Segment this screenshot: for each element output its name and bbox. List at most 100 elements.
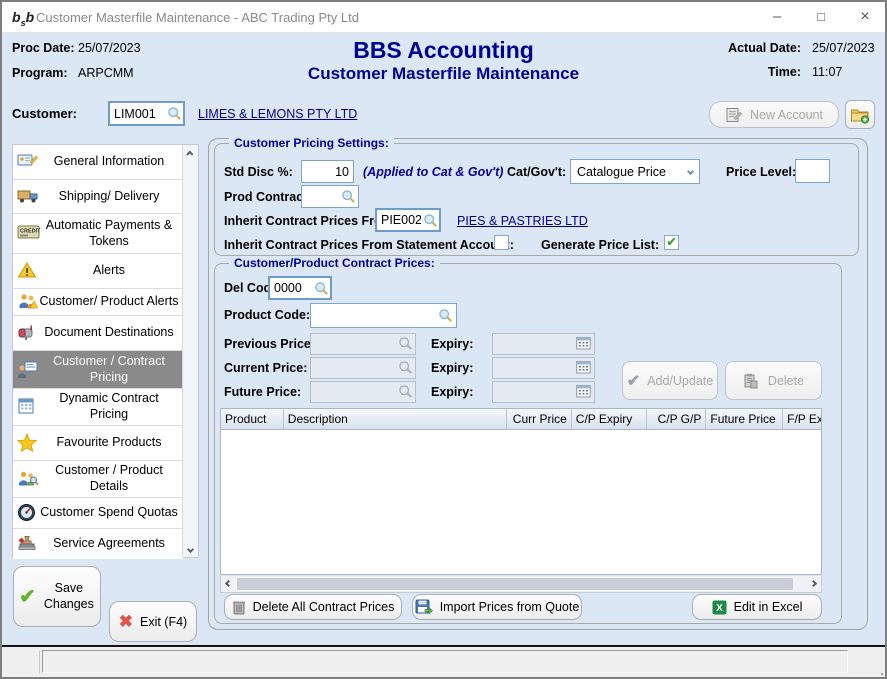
generate-price-list-label: Generate Price List:	[541, 238, 659, 252]
customer-name-link[interactable]: LIMES & LEMONS PTY LTD	[198, 107, 357, 121]
inherit-account-link[interactable]: PIES & PASTRIES LTD	[457, 214, 588, 228]
edit-excel-label: Edit in Excel	[734, 600, 803, 614]
scroll-down-icon[interactable]	[183, 541, 198, 557]
previous-expiry-calendar-icon[interactable]	[576, 336, 591, 355]
inherit-contract-label: Inherit Contract Prices From:	[224, 214, 397, 228]
status-bar	[2, 645, 885, 677]
save-changes-button[interactable]: ✔ Save Changes	[13, 566, 101, 627]
product-code-search-icon[interactable]	[438, 308, 453, 328]
price-level-input[interactable]	[795, 159, 830, 183]
save-check-icon: ✔	[19, 584, 36, 609]
scroll-up-icon[interactable]	[183, 145, 198, 161]
warning-triangle-icon	[17, 261, 41, 281]
sidebar-item-favourite-products[interactable]: Favourite Products	[13, 426, 183, 461]
stamp-icon	[17, 534, 41, 554]
status-cell-left	[6, 651, 40, 673]
customer-label: Customer:	[12, 106, 77, 121]
delete-button[interactable]: Delete	[725, 361, 822, 400]
screen-title: Customer Masterfile Maintenance	[2, 64, 885, 84]
previous-price-search-icon[interactable]	[398, 336, 413, 356]
edit-in-excel-button[interactable]: X Edit in Excel	[692, 594, 822, 620]
future-price-search-icon[interactable]	[398, 384, 413, 404]
time-label: Time:	[768, 65, 801, 79]
import-prices-from-quote-button[interactable]: Import Prices from Quote	[412, 594, 582, 620]
pricing-settings-title: Customer Pricing Settings:	[229, 136, 394, 150]
delete-clipboard-icon	[743, 373, 758, 389]
actual-date-label: Actual Date:	[728, 41, 801, 55]
future-expiry-calendar-icon[interactable]	[576, 384, 591, 403]
sidebar-item-general-information[interactable]: General Information	[13, 145, 183, 180]
future-expiry-label: Expiry:	[431, 385, 473, 399]
new-account-label: New Account	[750, 108, 823, 122]
sidebar-item-automatic-payments[interactable]: CREDIT Automatic Payments & Tokens	[13, 214, 183, 254]
sidebar-item-dynamic-contract-pricing[interactable]: Dynamic Contract Pricing	[13, 389, 183, 426]
prod-contract-label: Prod Contract:	[224, 190, 312, 204]
cat-govt-value: Catalogue Price	[577, 165, 688, 179]
grid-col-fp-expiry: F/P Ex	[783, 409, 821, 429]
sidebar-item-customer-spend-quotas[interactable]: Customer Spend Quotas	[13, 498, 183, 529]
person-board-icon	[17, 360, 41, 380]
maximize-button[interactable]: □	[801, 2, 841, 33]
sidebar-item-customer-product-details[interactable]: Customer / Product Details	[13, 461, 183, 498]
customer-search-icon[interactable]	[167, 106, 182, 126]
grid-header-row: Product Description Curr Price C/P Expir…	[220, 408, 822, 430]
svg-text:CREDIT: CREDIT	[20, 228, 41, 234]
sidebar-item-service-agreements[interactable]: Service Agreements	[13, 529, 183, 559]
exit-x-icon: ✖	[119, 612, 133, 632]
inherit-contract-search-icon[interactable]	[423, 213, 438, 233]
open-account-folder-button[interactable]	[845, 100, 875, 129]
inherit-statement-checkbox[interactable]	[494, 235, 509, 250]
std-disc-input[interactable]	[301, 160, 354, 183]
scroll-right-icon[interactable]	[810, 580, 817, 587]
sidebar-item-document-destinations[interactable]: Document Destinations	[13, 316, 183, 351]
applied-note: (Applied to Cat & Gov't)	[363, 165, 503, 179]
product-code-input[interactable]	[310, 303, 457, 328]
exit-button[interactable]: ✖ Exit (F4)	[109, 601, 197, 642]
new-account-icon	[725, 107, 743, 123]
new-account-button[interactable]: New Account	[709, 101, 839, 128]
previous-expiry-label: Expiry:	[431, 337, 473, 351]
truck-icon	[17, 187, 41, 207]
current-price-search-icon[interactable]	[398, 360, 413, 380]
title-bar: bsb Customer Masterfile Maintenance - AB…	[2, 2, 885, 33]
sidebar-item-customer-product-alerts[interactable]: Customer/ Product Alerts	[13, 289, 183, 316]
actual-date-value: 25/07/2023	[812, 41, 875, 55]
grid-col-description: Description	[284, 409, 507, 429]
grid-col-cp-expiry: C/P Expiry	[572, 409, 647, 429]
close-button[interactable]: ×	[845, 2, 885, 33]
scroll-left-icon[interactable]	[225, 580, 232, 587]
add-update-check-icon: ✔	[627, 371, 640, 391]
delete-all-contract-prices-button[interactable]: Delete All Contract Prices	[224, 594, 402, 620]
sidebar: General Information Shipping/ Delivery C…	[12, 144, 199, 558]
delete-label: Delete	[768, 374, 804, 388]
sidebar-scrollbar[interactable]	[182, 145, 198, 557]
current-expiry-calendar-icon[interactable]	[576, 360, 591, 379]
sidebar-item-customer-contract-pricing[interactable]: Customer / Contract Pricing	[13, 351, 183, 389]
app-logo-icon: bsb	[12, 7, 32, 27]
del-code-search-icon[interactable]	[314, 281, 329, 301]
app-window: bsb Customer Masterfile Maintenance - AB…	[0, 0, 887, 679]
mailbox-icon	[17, 323, 41, 343]
future-price-label: Future Price:	[224, 385, 301, 399]
gauge-icon	[17, 503, 41, 523]
grid-body-empty	[220, 430, 822, 575]
grid-horizontal-scrollbar[interactable]	[220, 576, 822, 593]
add-update-button[interactable]: ✔ Add/Update	[622, 361, 718, 400]
price-level-label: Price Level:	[726, 165, 796, 179]
cat-govt-select[interactable]: Catalogue Price	[570, 159, 700, 184]
generate-price-list-checkbox[interactable]: ✔	[664, 235, 679, 250]
grid-scrollbar-thumb[interactable]	[237, 578, 793, 590]
prod-contract-search-icon[interactable]	[341, 189, 356, 209]
grid-col-cp-gp: C/P G/P	[647, 409, 707, 429]
previous-price-label: Previous Price:	[224, 337, 315, 351]
calculator-grid-icon	[17, 397, 41, 417]
grid-col-product: Product	[221, 409, 284, 429]
sidebar-item-alerts[interactable]: Alerts	[13, 254, 183, 289]
resize-grip[interactable]	[877, 669, 879, 671]
grid-col-curr-price: Curr Price	[507, 409, 572, 429]
people-warning-icon	[17, 292, 41, 312]
minimize-button[interactable]: –	[757, 2, 797, 33]
generate-price-list-check-glyph: ✔	[666, 235, 676, 249]
sidebar-item-shipping-delivery[interactable]: Shipping/ Delivery	[13, 180, 183, 214]
contract-prices-title: Customer/Product Contract Prices:	[229, 256, 440, 270]
